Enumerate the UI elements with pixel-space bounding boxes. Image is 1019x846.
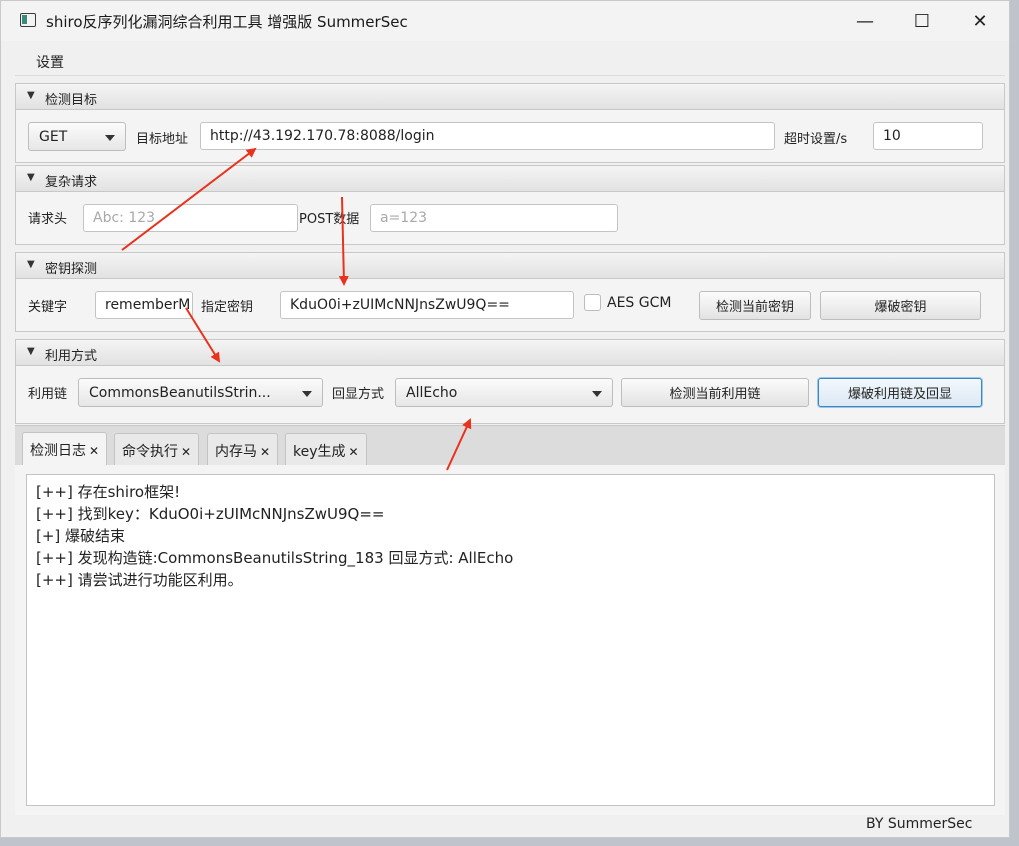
- section-exploit-body: 利用链 CommonsBeanutilsStrin... 回显方式 AllEch…: [15, 366, 1005, 424]
- footer-credit: BY SummerSec: [866, 816, 973, 832]
- post-data-label: POST数据: [299, 212, 360, 227]
- log-line: [++] 发现构造链:CommonsBeanutilsString_183 回显…: [36, 549, 514, 567]
- log-line: [++] 请尝试进行功能区利用。: [36, 571, 243, 589]
- close-button[interactable]: ✕: [951, 1, 1009, 41]
- tab-label: key生成: [293, 444, 346, 460]
- headers-input[interactable]: Abc: 123: [83, 204, 298, 232]
- section-detect-target-header[interactable]: ▼ 检测目标: [15, 83, 1005, 110]
- specified-key-input[interactable]: KduO0i+zUIMcNNJnsZwU9Q==: [280, 291, 574, 319]
- maximize-button[interactable]: ☐: [893, 1, 951, 41]
- tab-content: [++] 存在shiro框架! [++] 找到key：KduO0i+zUIMcN…: [15, 465, 1005, 815]
- menu-bar: 设置: [15, 45, 1005, 76]
- close-icon[interactable]: ✕: [260, 445, 270, 459]
- post-data-input[interactable]: a=123: [370, 204, 618, 232]
- method-value: GET: [39, 129, 68, 145]
- section-key-probe-header[interactable]: ▼ 密钥探测: [15, 252, 1005, 279]
- tab-key-generate[interactable]: key生成 ✕: [285, 433, 367, 465]
- log-line: [+] 爆破结束: [36, 527, 126, 545]
- echo-label: 回显方式: [332, 387, 385, 402]
- target-url-input[interactable]: http://43.192.170.78:8088/login: [200, 122, 775, 150]
- brute-chain-button[interactable]: 爆破利用链及回显: [818, 378, 982, 407]
- section-title: 检测目标: [45, 93, 98, 108]
- close-icon[interactable]: ✕: [349, 445, 359, 459]
- chain-label: 利用链: [28, 387, 68, 402]
- chevron-down-icon: [302, 391, 312, 397]
- log-output[interactable]: [++] 存在shiro框架! [++] 找到key：KduO0i+zUIMcN…: [26, 474, 995, 806]
- log-line: [++] 找到key：KduO0i+zUIMcNNJnsZwU9Q==: [36, 505, 385, 523]
- chevron-down-icon: [105, 135, 115, 141]
- tab-label: 内存马: [215, 444, 257, 460]
- specified-key-label: 指定密钥: [201, 300, 254, 315]
- timeout-input[interactable]: 10: [873, 122, 983, 150]
- close-icon[interactable]: ✕: [89, 444, 99, 458]
- log-line: [++] 存在shiro框架!: [36, 483, 181, 501]
- tab-strip: 检测日志 ✕ 命令执行 ✕ 内存马 ✕ key生成 ✕: [15, 425, 1005, 466]
- section-complex-request-body: 请求头 Abc: 123 POST数据 a=123: [15, 192, 1005, 245]
- method-select[interactable]: GET: [28, 122, 126, 151]
- chain-select[interactable]: CommonsBeanutilsStrin...: [78, 378, 323, 407]
- headers-label: 请求头: [28, 212, 68, 227]
- tab-detect-log[interactable]: 检测日志 ✕: [22, 432, 108, 466]
- timeout-label: 超时设置/s: [784, 132, 848, 147]
- chain-value: CommonsBeanutilsStrin...: [89, 385, 271, 401]
- tab-label: 命令执行: [122, 444, 178, 460]
- keyword-label: 关键字: [28, 300, 68, 315]
- aes-gcm-label: AES GCM: [607, 295, 672, 311]
- target-url-label: 目标地址: [136, 132, 189, 147]
- tab-command-exec[interactable]: 命令执行 ✕: [114, 433, 200, 465]
- close-icon[interactable]: ✕: [181, 445, 191, 459]
- chevron-down-icon: [592, 391, 602, 397]
- collapse-arrow-icon: ▼: [27, 346, 35, 357]
- collapse-arrow-icon: ▼: [27, 90, 35, 101]
- section-title: 复杂请求: [45, 175, 98, 190]
- section-title: 密钥探测: [45, 262, 98, 277]
- echo-value: AllEcho: [406, 385, 458, 401]
- detect-chain-button[interactable]: 检测当前利用链: [621, 378, 809, 407]
- detect-key-button[interactable]: 检测当前密钥: [699, 291, 811, 320]
- collapse-arrow-icon: ▼: [27, 172, 35, 183]
- section-key-probe-body: 关键字 rememberM 指定密钥 KduO0i+zUIMcNNJnsZwU9…: [15, 279, 1005, 332]
- echo-select[interactable]: AllEcho: [395, 378, 613, 407]
- brute-key-button[interactable]: 爆破密钥: [820, 291, 981, 320]
- keyword-input[interactable]: rememberM: [95, 291, 193, 319]
- section-complex-request-header[interactable]: ▼ 复杂请求: [15, 165, 1005, 192]
- app-window: shiro反序列化漏洞综合利用工具 增强版 SummerSec — ☐ ✕ 设置…: [0, 0, 1010, 838]
- window-title: shiro反序列化漏洞综合利用工具 增强版 SummerSec: [46, 13, 408, 31]
- section-exploit-header[interactable]: ▼ 利用方式: [15, 339, 1005, 366]
- app-icon: [20, 13, 36, 27]
- collapse-arrow-icon: ▼: [27, 259, 35, 270]
- title-bar: shiro反序列化漏洞综合利用工具 增强版 SummerSec — ☐ ✕: [1, 1, 1009, 41]
- menu-settings[interactable]: 设置: [36, 52, 64, 72]
- tab-label: 检测日志: [30, 443, 86, 459]
- minimize-button[interactable]: —: [836, 1, 894, 41]
- aes-gcm-checkbox[interactable]: [584, 294, 601, 311]
- section-detect-target-body: GET 目标地址 http://43.192.170.78:8088/login…: [15, 110, 1005, 163]
- section-title: 利用方式: [45, 349, 98, 364]
- tab-memshell[interactable]: 内存马 ✕: [207, 433, 279, 465]
